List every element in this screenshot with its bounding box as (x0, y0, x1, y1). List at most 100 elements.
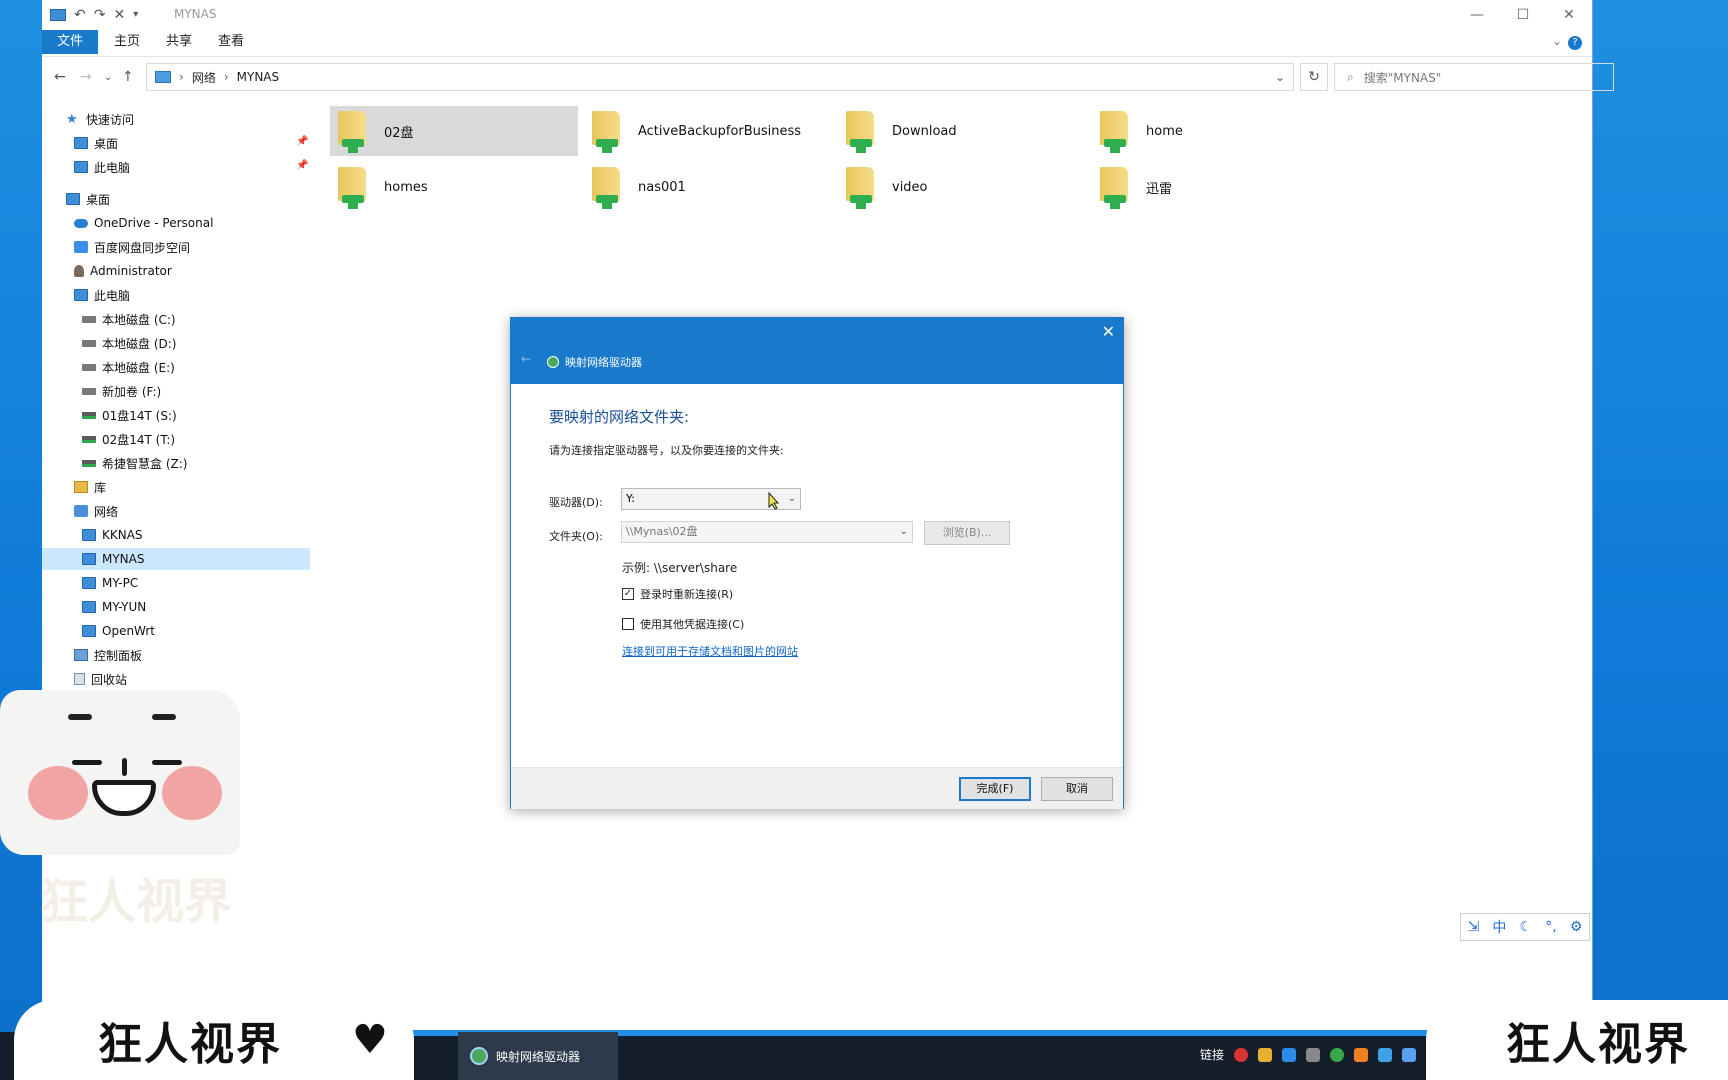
tray-app-icon[interactable] (1354, 1047, 1369, 1062)
network-folder-icon (1098, 165, 1132, 209)
sticker-nose (122, 758, 127, 776)
sidebar-item-this-pc-pinned[interactable]: 此电脑 (74, 156, 130, 178)
sticker-cheek-left (28, 766, 88, 820)
sidebar-item-kknas[interactable]: KKNAS (82, 524, 143, 546)
gear-icon[interactable]: ⚙ (1570, 919, 1583, 935)
sidebar-item-drive-s[interactable]: 01盘14T (S:) (82, 404, 177, 426)
finish-button[interactable]: 完成(F) (959, 777, 1031, 801)
dialog-close-icon[interactable]: ✕ (1102, 322, 1115, 341)
network-folder-icon (336, 165, 370, 209)
sidebar-item-drive-z[interactable]: 希捷智慧盒 (Z:) (82, 452, 187, 474)
mouse-cursor-icon (768, 492, 780, 510)
bird-icon[interactable] (1402, 1047, 1417, 1062)
back-arrow-icon[interactable]: ← (521, 352, 531, 366)
tray-app-icon[interactable] (1282, 1047, 1297, 1062)
sidebar-item-control-panel[interactable]: 控制面板 (74, 644, 142, 666)
search-input[interactable]: ⌕ 搜索"MYNAS" (1334, 63, 1614, 91)
sidebar-item-network[interactable]: 网络 (74, 500, 118, 522)
sidebar-item-drive-f[interactable]: 新加卷 (F:) (82, 380, 161, 402)
address-bar[interactable]: › 网络 › MYNAS ⌄ (146, 63, 1294, 91)
folder-item-home[interactable]: home (1092, 106, 1340, 156)
tray-app-icon[interactable] (1378, 1047, 1393, 1062)
sidebar-item-desktop[interactable]: 桌面 (66, 188, 110, 210)
folder-item-nas001[interactable]: nas001 (584, 162, 832, 212)
window-controls: — ☐ ✕ (1454, 0, 1592, 30)
shield-icon[interactable] (1258, 1047, 1273, 1062)
computer-icon (82, 601, 96, 613)
sidebar-item-openwrt[interactable]: OpenWrt (82, 620, 155, 642)
sidebar-item-my-pc[interactable]: MY-PC (82, 572, 138, 594)
forward-arrow-icon[interactable]: → (80, 69, 92, 85)
library-icon (74, 481, 88, 493)
browse-button[interactable]: 浏览(B)... (924, 521, 1010, 545)
computer-icon (74, 161, 88, 173)
cancel-button[interactable]: 取消 (1041, 777, 1113, 801)
pin-icon[interactable]: 📌 (296, 136, 308, 147)
moon-icon[interactable]: ☾ (1520, 919, 1533, 935)
sticker-eyebrow-right (152, 714, 176, 720)
ime-switch-icon[interactable]: ⇲ (1468, 919, 1480, 935)
pin-icon[interactable]: 📌 (296, 160, 308, 171)
tab-file[interactable]: 文件 (42, 30, 98, 54)
folder-path-input[interactable]: \\Mynas\02盘 ⌄ (621, 521, 913, 543)
ribbon-expand-icon[interactable]: ⌄ (1552, 34, 1562, 48)
customize-qat-icon[interactable]: ▾ (133, 6, 138, 24)
title-bar: ↶ ↷ ✕ ▾ MYNAS — ☐ ✕ (42, 0, 1592, 30)
back-arrow-icon[interactable]: ← (54, 69, 66, 85)
sidebar-item-this-pc[interactable]: 此电脑 (74, 284, 130, 306)
address-dropdown-icon[interactable]: ⌄ (1275, 70, 1285, 84)
dialog-instructions: 请为连接指定驱动器号，以及你要连接的文件夹: (549, 444, 784, 457)
sidebar-item-onedrive[interactable]: OneDrive - Personal (74, 212, 213, 234)
cloud-icon (74, 218, 88, 228)
sidebar-item-drive-e[interactable]: 本地磁盘 (E:) (82, 356, 175, 378)
refresh-button[interactable]: ↻ (1300, 63, 1328, 91)
other-credentials-checkbox[interactable]: 使用其他凭据连接(C) (622, 616, 744, 632)
close-button[interactable]: ✕ (1546, 0, 1592, 30)
up-arrow-icon[interactable]: ↑ (122, 69, 134, 85)
taskbar-item-map-network-drive[interactable]: 映射网络驱动器 (458, 1032, 618, 1080)
sidebar-item-libraries[interactable]: 库 (74, 476, 106, 498)
recent-locations-icon[interactable]: ⌄ (104, 72, 112, 83)
sidebar-item-drive-t[interactable]: 02盘14T (T:) (82, 428, 175, 450)
tray-app-icon[interactable] (1234, 1047, 1249, 1062)
breadcrumb-network[interactable]: 网络 (192, 69, 216, 86)
ime-mode-toggle[interactable]: 中 (1492, 917, 1506, 937)
undo-icon[interactable]: ↶ (74, 6, 86, 24)
connect-website-link[interactable]: 连接到可用于存储文档和图片的网站 (622, 643, 798, 659)
sidebar-item-desktop-pinned[interactable]: 桌面 (74, 132, 118, 154)
sidebar-item-my-yun[interactable]: MY-YUN (82, 596, 146, 618)
folder-item-xunlei[interactable]: 迅雷 (1092, 162, 1340, 212)
network-folder-icon (844, 165, 878, 209)
dialog-heading: 要映射的网络文件夹: (549, 408, 690, 426)
punctuation-icon[interactable]: °, (1545, 919, 1556, 935)
folder-item-activebackup[interactable]: ActiveBackupforBusiness (584, 106, 832, 156)
sidebar-item-quick-access[interactable]: ★ 快速访问 (66, 108, 134, 130)
help-icon[interactable]: ? (1568, 36, 1582, 50)
grid-icon[interactable] (1306, 1047, 1321, 1062)
sidebar-item-drive-d[interactable]: 本地磁盘 (D:) (82, 332, 176, 354)
tab-home[interactable]: 主页 (100, 30, 154, 54)
drive-icon (82, 315, 96, 323)
delete-icon[interactable]: ✕ (113, 6, 125, 24)
tab-view[interactable]: 查看 (204, 30, 258, 54)
sidebar-item-administrator[interactable]: Administrator (74, 260, 172, 282)
sidebar-item-recycle-bin[interactable]: 回收站 (74, 668, 127, 690)
maximize-button[interactable]: ☐ (1500, 0, 1546, 30)
folder-item-homes[interactable]: homes (330, 162, 578, 212)
sidebar-item-mynas[interactable]: MYNAS (42, 548, 310, 570)
sidebar-item-drive-c[interactable]: 本地磁盘 (C:) (82, 308, 176, 330)
folder-item-video[interactable]: video (838, 162, 1086, 212)
breadcrumb-separator-icon: › (223, 70, 229, 84)
minimize-button[interactable]: — (1454, 0, 1500, 30)
network-drive-icon (547, 356, 559, 368)
network-folder-icon (1098, 109, 1132, 153)
breadcrumb-mynas[interactable]: MYNAS (237, 70, 280, 84)
folder-item-download[interactable]: Download (838, 106, 1086, 156)
tray-link-label[interactable]: 链接 (1200, 1046, 1224, 1063)
redo-icon[interactable]: ↷ (94, 6, 106, 24)
sidebar-item-baidu-sync[interactable]: 百度网盘同步空间 (74, 236, 190, 258)
folder-item-02[interactable]: 02盘 (330, 106, 578, 156)
reconnect-checkbox[interactable]: ✓ 登录时重新连接(R) (622, 586, 733, 602)
tray-app-icon[interactable] (1330, 1047, 1345, 1062)
tab-share[interactable]: 共享 (152, 30, 206, 54)
